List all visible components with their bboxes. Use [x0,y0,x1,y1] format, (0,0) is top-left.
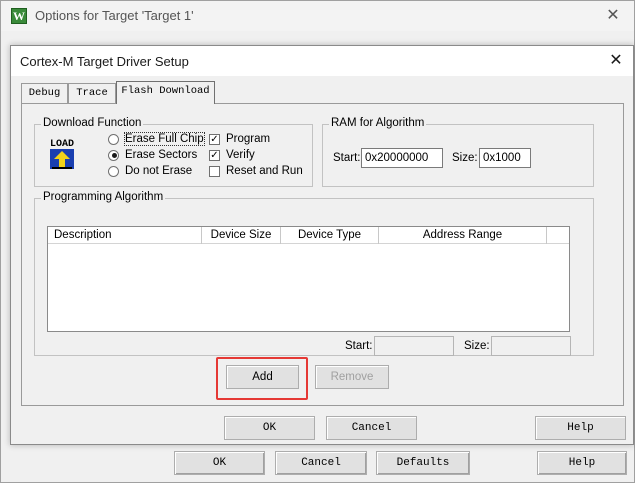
uvision-app-icon: W [11,8,27,24]
do-not-erase-radio[interactable] [108,165,119,177]
outer-titlebar: W Options for Target 'Target 1' ✕ [1,1,634,31]
algorithm-size-input [491,336,571,356]
outer-ok-button[interactable]: OK [174,451,265,475]
column-address-range[interactable]: Address Range [379,227,547,244]
ram-start-input[interactable]: 0x20000000 [361,148,443,168]
target-driver-setup-dialog: Cortex-M Target Driver Setup ✕ Debug Tra… [10,45,634,445]
outer-close-icon[interactable]: ✕ [602,5,624,27]
dialog-close-icon[interactable]: ✕ [605,50,627,72]
algorithm-list[interactable]: Description Device Size Device Type Addr… [47,226,570,332]
outer-help-button[interactable]: Help [537,451,627,475]
program-checkbox[interactable]: ✓ [209,133,220,145]
ram-for-algorithm-group: RAM for Algorithm Start: 0x20000000 Size… [322,117,594,187]
download-function-group: Download Function LOAD Erase Full Chip E… [34,117,313,187]
algorithm-list-header: Description Device Size Device Type Addr… [48,227,569,244]
dialog-title: Cortex-M Target Driver Setup [20,54,189,69]
tab-debug[interactable]: Debug [21,83,68,104]
erase-sectors-option[interactable]: Erase Sectors [108,149,197,161]
programming-algorithm-legend: Programming Algorithm [41,191,166,203]
outer-cancel-button[interactable]: Cancel [275,451,367,475]
ram-for-algorithm-legend: RAM for Algorithm [329,117,427,129]
algorithm-size-label: Size: [464,340,490,352]
column-filler [547,227,568,244]
erase-full-chip-radio[interactable] [108,133,119,145]
outer-window-title: Options for Target 'Target 1' [35,8,194,23]
dialog-help-button[interactable]: Help [535,416,626,440]
reset-and-run-option[interactable]: Reset and Run [209,165,303,177]
outer-defaults-button[interactable]: Defaults [376,451,470,475]
flash-download-panel: Download Function LOAD Erase Full Chip E… [21,103,624,406]
erase-full-chip-label: Erase Full Chip [124,132,205,146]
do-not-erase-label: Do not Erase [125,165,193,177]
tab-trace[interactable]: Trace [68,83,116,104]
column-description[interactable]: Description [48,227,202,244]
ram-size-input[interactable]: 0x1000 [479,148,531,168]
svg-text:LOAD: LOAD [50,139,74,150]
dialog-cancel-button[interactable]: Cancel [326,416,417,440]
ram-start-label: Start: [333,152,361,164]
program-option[interactable]: ✓ Program [209,133,270,145]
verify-checkbox[interactable]: ✓ [209,149,220,161]
dialog-titlebar: Cortex-M Target Driver Setup ✕ [11,46,633,76]
load-icon: LOAD [45,135,79,171]
ram-size-label: Size: [452,152,478,164]
column-device-size[interactable]: Device Size [202,227,281,244]
erase-full-chip-option[interactable]: Erase Full Chip [108,132,205,146]
programming-algorithm-group: Programming Algorithm Description Device… [34,191,594,356]
column-device-type[interactable]: Device Type [281,227,379,244]
program-label: Program [226,133,271,145]
do-not-erase-option[interactable]: Do not Erase [108,165,192,177]
reset-and-run-label: Reset and Run [226,165,303,177]
download-function-legend: Download Function [41,117,144,129]
algorithm-start-label: Start: [345,340,373,352]
add-button[interactable]: Add [226,365,299,389]
erase-sectors-radio[interactable] [108,149,119,161]
remove-button: Remove [315,365,389,389]
verify-option[interactable]: ✓ Verify [209,149,255,161]
algorithm-start-input [374,336,454,356]
dialog-ok-button[interactable]: OK [224,416,315,440]
reset-and-run-checkbox[interactable] [209,165,220,177]
outer-footer: OK Cancel Defaults Help [1,446,634,482]
tab-flash-download[interactable]: Flash Download [116,81,215,104]
verify-label: Verify [226,149,255,161]
erase-sectors-label: Erase Sectors [125,149,198,161]
